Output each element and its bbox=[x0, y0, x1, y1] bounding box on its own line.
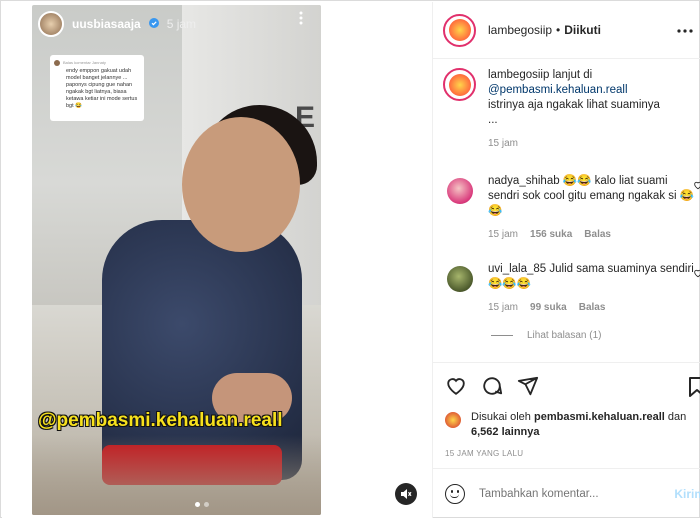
person-face bbox=[182, 117, 300, 252]
liked-by-user[interactable]: pembasmi.kehaluan.reall bbox=[534, 411, 665, 423]
caption-avatar[interactable] bbox=[443, 68, 476, 101]
emoji-icon[interactable] bbox=[445, 483, 465, 504]
comment-like-heart-icon[interactable] bbox=[693, 180, 700, 193]
heart-icon[interactable] bbox=[445, 375, 467, 397]
speaker-muted-icon bbox=[401, 489, 412, 499]
caption-ellipsis[interactable]: ... bbox=[488, 114, 498, 126]
reply-card-text: endy emppon gakuat udah model banget jel… bbox=[66, 68, 138, 109]
following-button[interactable]: Diikuti bbox=[564, 23, 601, 37]
verified-badge-icon bbox=[148, 17, 159, 31]
story-video[interactable]: E uusbiasaaja 5 jam Balas komentar Janna… bbox=[32, 5, 321, 515]
watermark-text: @pembasmi.kehaluan.reall bbox=[38, 410, 283, 431]
account-logo-icon bbox=[448, 73, 471, 96]
likes-count[interactable]: 6,562 lainnya bbox=[471, 426, 540, 438]
post-comment-button[interactable]: Kirim bbox=[674, 487, 700, 501]
view-replies-label: Lihat balasan (1) bbox=[527, 330, 602, 341]
caption-username[interactable]: lambegosiip bbox=[488, 69, 549, 81]
header-username[interactable]: lambegosiip bbox=[488, 23, 552, 37]
comment-input[interactable] bbox=[479, 487, 659, 500]
story-avatar[interactable] bbox=[38, 11, 64, 37]
comment-reply-button[interactable]: Balas bbox=[584, 227, 611, 242]
avatar-image bbox=[446, 265, 473, 292]
caption-time: 15 jam bbox=[488, 138, 519, 149]
carousel-dot-active bbox=[195, 502, 200, 507]
foreground-shade bbox=[32, 435, 321, 515]
post-actions: Disukai oleh pembasmi.kehaluan.reall dan… bbox=[433, 362, 700, 482]
account-logo-icon bbox=[448, 19, 471, 41]
carousel-dot bbox=[204, 502, 209, 507]
caption-body: lambegosiip lanjut di @pembasmi.kehaluan… bbox=[488, 68, 698, 151]
carousel-dots bbox=[195, 502, 209, 507]
liked-by-avatar[interactable] bbox=[445, 412, 461, 428]
comment-likes[interactable]: 99 suka bbox=[530, 300, 567, 315]
liked-by-connector: dan bbox=[667, 411, 687, 423]
liked-by-text: Disukai oleh pembasmi.kehaluan.reall dan… bbox=[471, 410, 686, 440]
reply-card-avatar bbox=[54, 59, 60, 66]
reply-card-header: Balas komentar Jannaty bbox=[54, 59, 140, 66]
comment-icon[interactable] bbox=[481, 375, 503, 397]
post-media: E uusbiasaaja 5 jam Balas komentar Janna… bbox=[2, 2, 432, 518]
posted-time[interactable]: 15 JAM YANG LALU bbox=[445, 449, 523, 458]
share-icon[interactable] bbox=[517, 375, 539, 397]
comment-row: nadya_shihab 😂😂 kalo liat suami sendri s… bbox=[443, 174, 700, 242]
comment-username[interactable]: uvi_lala_85 bbox=[488, 263, 546, 275]
account-avatar[interactable] bbox=[443, 13, 476, 47]
story-time: 5 jam bbox=[166, 17, 197, 31]
post-header: lambegosiip • Diikuti bbox=[433, 2, 700, 59]
comment-body: uvi_lala_85 Julid sama suaminya sendiri … bbox=[488, 262, 698, 315]
replies-divider bbox=[491, 335, 513, 336]
mute-toggle-button[interactable] bbox=[395, 483, 417, 505]
caption-line: istrinya aja ngakak lihat suaminya bbox=[488, 99, 660, 111]
caption-meta: 15 jam bbox=[488, 136, 698, 151]
liked-by: Disukai oleh pembasmi.kehaluan.reall dan… bbox=[445, 410, 686, 440]
more-horizontal-icon[interactable] bbox=[677, 20, 693, 38]
view-replies-button[interactable]: Lihat balasan (1) bbox=[491, 330, 602, 341]
instagram-post-window: E uusbiasaaja 5 jam Balas komentar Janna… bbox=[0, 0, 700, 518]
comment-body: nadya_shihab 😂😂 kalo liat suami sendri s… bbox=[488, 174, 698, 242]
liked-by-prefix: Disukai oleh bbox=[471, 411, 531, 423]
story-header: uusbiasaaja 5 jam bbox=[38, 11, 196, 37]
bookmark-icon[interactable] bbox=[689, 377, 700, 397]
story-username[interactable]: uusbiasaaja bbox=[72, 17, 141, 31]
caption-mention-link[interactable]: @pembasmi.kehaluan.reall bbox=[488, 84, 628, 96]
comment-reply-button[interactable]: Balas bbox=[579, 300, 606, 315]
comment-likes[interactable]: 156 suka bbox=[530, 227, 572, 242]
comment-composer: Kirim bbox=[433, 468, 700, 518]
comment-time: 15 jam bbox=[488, 302, 519, 313]
caption-prefix: lanjut di bbox=[552, 69, 593, 81]
comment-meta: 15 jam 156 suka Balas bbox=[488, 227, 698, 242]
action-icons bbox=[445, 375, 539, 397]
post-side-panel: lambegosiip • Diikuti lambegosiip lanjut… bbox=[432, 2, 700, 518]
comment-avatar[interactable] bbox=[443, 174, 476, 207]
caption-row: lambegosiip lanjut di @pembasmi.kehaluan… bbox=[443, 68, 698, 151]
comment-meta: 15 jam 99 suka Balas bbox=[488, 300, 698, 315]
reply-card-title: Balas komentar Jannaty bbox=[63, 60, 106, 65]
comment-avatar[interactable] bbox=[443, 262, 476, 295]
comment-time: 15 jam bbox=[488, 229, 519, 240]
story-more-icon[interactable] bbox=[299, 11, 303, 25]
header-separator: • bbox=[556, 23, 561, 37]
comment-username[interactable]: nadya_shihab bbox=[488, 175, 560, 187]
comment-row: uvi_lala_85 Julid sama suaminya sendiri … bbox=[443, 262, 700, 315]
comment-like-heart-icon[interactable] bbox=[693, 268, 700, 281]
comments-list[interactable]: lambegosiip lanjut di @pembasmi.kehaluan… bbox=[433, 60, 700, 362]
comment-reply-card: Balas komentar Jannaty endy emppon gakua… bbox=[50, 55, 144, 121]
avatar-image bbox=[446, 177, 473, 204]
